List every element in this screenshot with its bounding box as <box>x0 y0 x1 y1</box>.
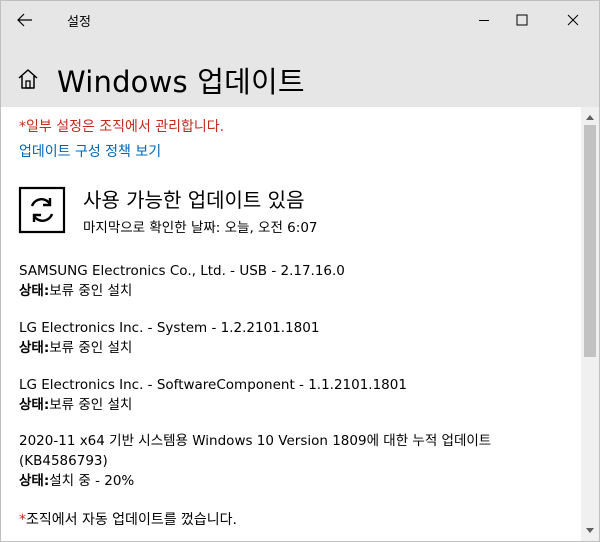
state-value: 보류 중인 설치 <box>49 283 133 299</box>
page-header: Windows 업데이트 <box>1 39 599 107</box>
update-status: 사용 가능한 업데이트 있음 마지막으로 확인한 날짜: 오늘, 오전 6:07 <box>17 185 537 241</box>
update-item: 2020-11 x64 기반 시스템용 Windows 10 Version 1… <box>19 431 569 491</box>
update-name: SAMSUNG Electronics Co., Ltd. - USB - 2.… <box>19 263 345 279</box>
minimize-icon <box>479 20 489 21</box>
content-pane: *일부 설정은 조직에서 관리합니다. 업데이트 구성 정책 보기 사용 가능한… <box>1 107 581 541</box>
auto-update-disabled-notice: *조직에서 자동 업데이트를 껐습니다. <box>19 509 237 529</box>
maximize-button[interactable] <box>499 1 545 39</box>
state-label: 상태: <box>19 283 50 299</box>
update-name: LG Electronics Inc. - SoftwareComponent … <box>19 377 407 393</box>
vertical-scrollbar[interactable] <box>581 107 599 541</box>
window-title: 설정 <box>67 15 91 30</box>
state-value: 보류 중인 설치 <box>49 397 133 413</box>
org-managed-notice: *일부 설정은 조직에서 관리합니다. <box>19 119 225 135</box>
state-value: 보류 중인 설치 <box>49 340 133 356</box>
state-label: 상태: <box>19 397 50 413</box>
scroll-up-arrow-icon <box>586 115 594 120</box>
view-policies-link[interactable]: 업데이트 구성 정책 보기 <box>19 141 161 161</box>
close-icon <box>567 14 579 26</box>
scroll-thumb[interactable] <box>584 125 596 357</box>
settings-window: 설정 Windows 업데이트 *일부 설정은 조직에서 관리합니다. 업데이트… <box>0 0 600 542</box>
state-label: 상태: <box>19 340 50 356</box>
scroll-down-arrow-icon <box>586 528 594 533</box>
status-title: 사용 가능한 업데이트 있음 <box>83 188 305 212</box>
sync-icon <box>18 186 66 234</box>
back-button[interactable] <box>9 5 41 35</box>
scroll-up-button[interactable] <box>581 109 599 125</box>
title-bar: 설정 <box>1 1 599 39</box>
update-state: 상태:보류 중인 설치 <box>19 395 569 415</box>
update-name: LG Electronics Inc. - System - 1.2.2101.… <box>19 320 320 336</box>
notice-text: 조직에서 자동 업데이트를 껐습니다. <box>26 512 237 528</box>
scroll-down-button[interactable] <box>581 523 599 539</box>
state-value: 설치 중 - 20% <box>49 473 135 489</box>
last-checked: 마지막으로 확인한 날짜: 오늘, 오전 6:07 <box>83 220 318 236</box>
notice-star: * <box>19 512 26 528</box>
state-label: 상태: <box>19 473 50 489</box>
maximize-icon <box>516 14 528 26</box>
back-arrow-icon <box>17 13 32 27</box>
update-state: 상태:설치 중 - 20% <box>19 471 569 491</box>
page-title: Windows 업데이트 <box>57 65 305 99</box>
update-state: 상태:보류 중인 설치 <box>19 281 569 301</box>
close-button[interactable] <box>550 1 596 39</box>
update-name: 2020-11 x64 기반 시스템용 Windows 10 Version 1… <box>19 433 492 469</box>
home-icon[interactable] <box>17 68 39 90</box>
update-item: LG Electronics Inc. - SoftwareComponent … <box>19 375 569 415</box>
update-state: 상태:보류 중인 설치 <box>19 338 569 358</box>
update-item: LG Electronics Inc. - System - 1.2.2101.… <box>19 318 569 358</box>
update-item: SAMSUNG Electronics Co., Ltd. - USB - 2.… <box>19 261 569 301</box>
